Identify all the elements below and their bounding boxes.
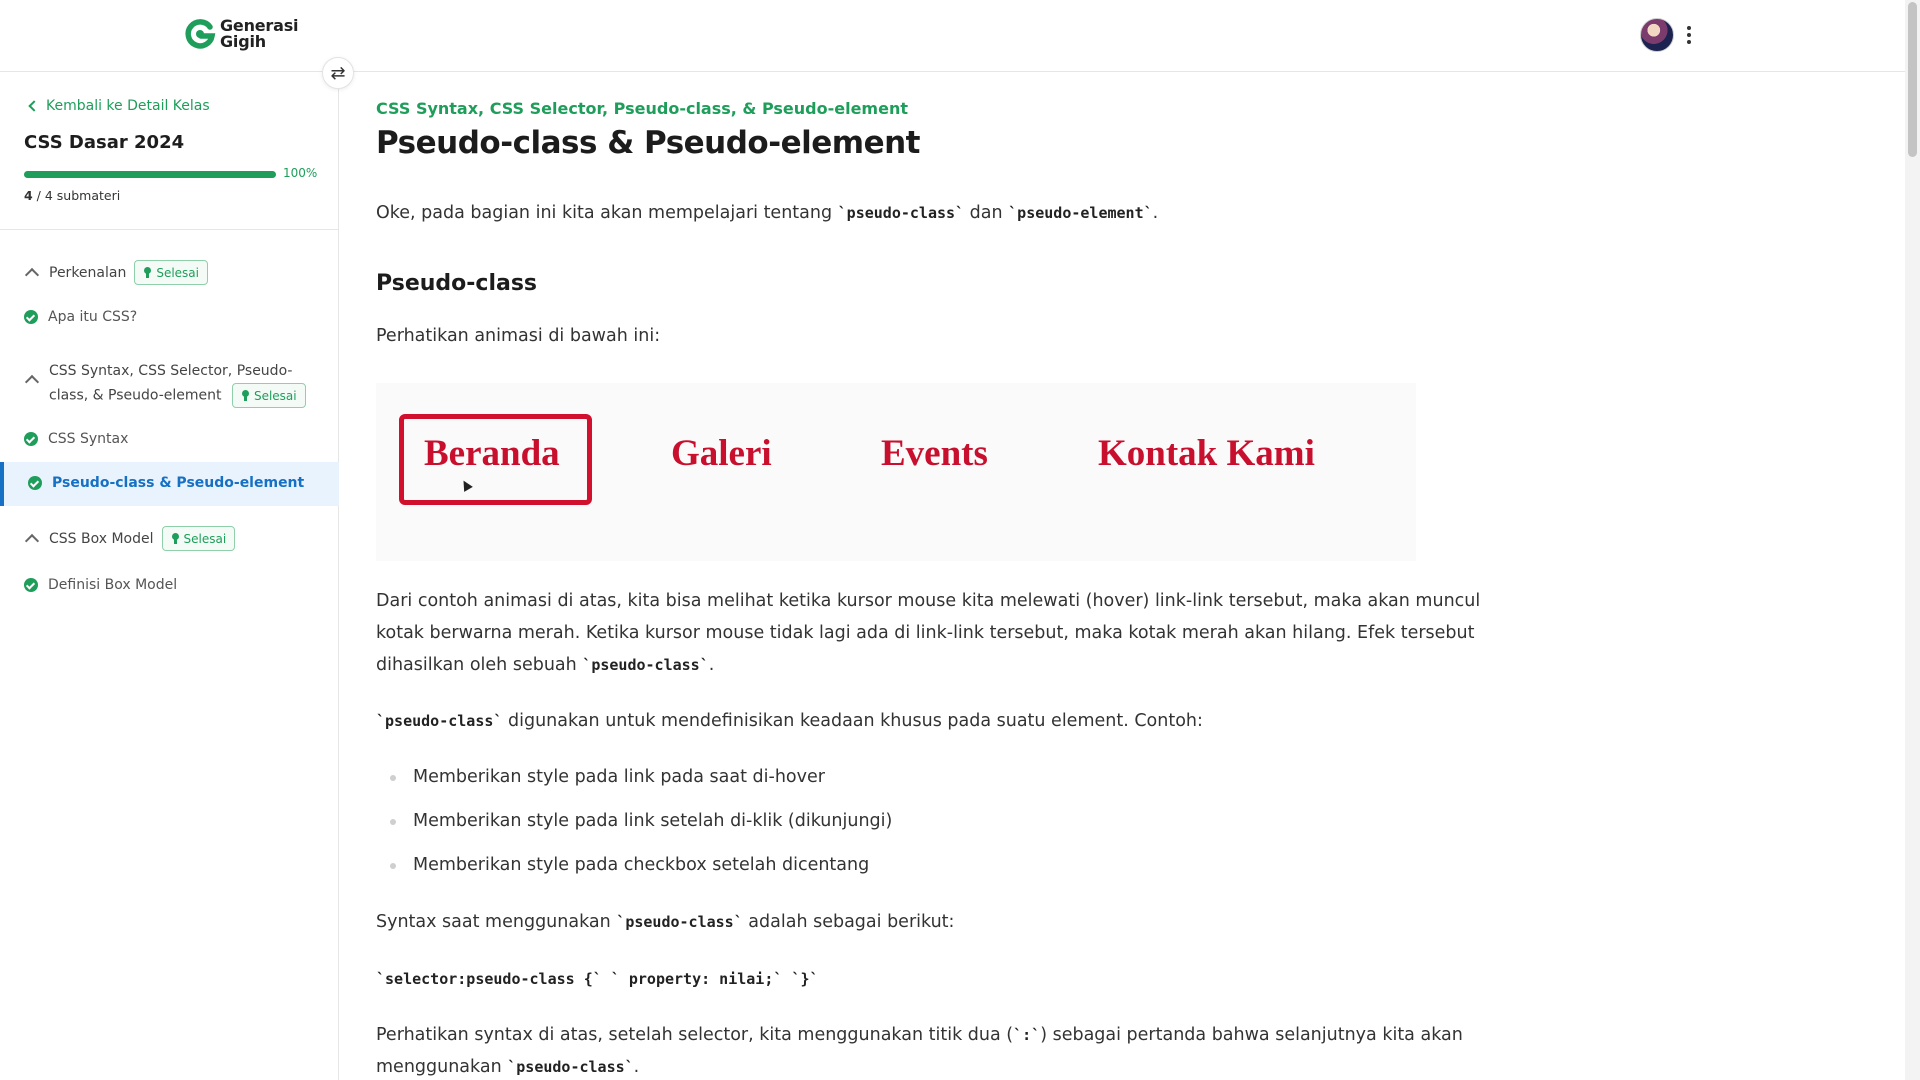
text-segment: . xyxy=(1152,203,1159,223)
status-badge: Selesai xyxy=(231,383,306,408)
text-segment: dihasilkan oleh sebuah xyxy=(376,655,583,675)
demo-link-beranda: Beranda xyxy=(424,433,560,474)
explanation-line-1: Dari contoh animasi di atas, kita bisa m… xyxy=(376,591,1481,611)
back-link-label: Kembali ke Detail Kelas xyxy=(46,98,210,114)
inline-code: `:` xyxy=(1013,1026,1041,1044)
explanation-line-3: dihasilkan oleh sebuah `pseudo-class`. xyxy=(376,649,714,681)
status-badge: Selesai xyxy=(134,260,208,285)
text-segment: Oke, pada bagian ini kita akan mempelaja… xyxy=(376,203,838,223)
demo-link-galeri: Galeri xyxy=(671,433,772,474)
medal-icon xyxy=(143,267,152,278)
chevron-up-icon xyxy=(24,374,40,390)
brand-name: Generasi Gigih xyxy=(220,18,299,51)
text-segment: menggunakan xyxy=(376,1057,508,1077)
section-label-line-1: CSS Syntax, CSS Selector, Pseudo- xyxy=(49,363,293,379)
syntax-note-line-2: menggunakan `pseudo-class`. xyxy=(376,1051,639,1080)
medal-icon xyxy=(171,533,180,544)
inline-code: `pseudo-class` xyxy=(837,204,965,222)
inline-code: `pseudo-element` xyxy=(1008,204,1153,222)
hover-animation-demo: Beranda Galeri Events Kontak Kami xyxy=(376,383,1416,561)
course-progress-percent: 100% xyxy=(283,166,318,180)
lesson-definisi-box-model[interactable]: Definisi Box Model xyxy=(24,577,177,593)
text-segment: . xyxy=(633,1057,640,1077)
status-badge-label: Selesai xyxy=(156,265,199,280)
heading-pseudo-class: Pseudo-class xyxy=(376,271,538,296)
text-segment: ) sebagai pertanda bahwa selanjutnya kit… xyxy=(1040,1025,1463,1045)
check-circle-icon xyxy=(24,310,38,324)
lesson-label: Pseudo-class & Pseudo-element xyxy=(52,475,305,491)
list-item: Memberikan style pada link setelah di-kl… xyxy=(413,811,893,831)
demo-link-kontak-kami: Kontak Kami xyxy=(1098,433,1315,474)
course-progress-bar xyxy=(24,171,276,178)
list-item: Memberikan style pada link pada saat di-… xyxy=(413,767,825,787)
inline-code: `pseudo-class` xyxy=(376,712,503,730)
medal-icon xyxy=(241,390,250,401)
section-breadcrumb: CSS Syntax, CSS Selector, Pseudo-class, … xyxy=(376,99,908,118)
text-segment: Syntax saat menggunakan xyxy=(376,912,617,932)
sidebar-divider xyxy=(0,229,339,230)
chevron-left-icon xyxy=(28,100,40,112)
back-to-class-detail-link[interactable]: Kembali ke Detail Kelas xyxy=(26,98,210,114)
status-badge: Selesai xyxy=(161,526,236,551)
lesson-css-syntax[interactable]: CSS Syntax xyxy=(24,431,128,447)
lesson-apa-itu-css[interactable]: Apa itu CSS? xyxy=(24,309,137,325)
section-label-line-2: class, & Pseudo-element xyxy=(49,387,222,404)
section-css-box-model-label: CSS Box Model xyxy=(49,530,154,547)
toggle-sidebar-button[interactable]: ⇄ xyxy=(322,57,354,89)
lesson-label: CSS Syntax xyxy=(48,431,129,447)
inline-code: `pseudo-class` xyxy=(507,1058,634,1076)
inline-code: `pseudo-class` xyxy=(616,913,743,931)
more-options-icon[interactable] xyxy=(1680,22,1698,48)
syntax-intro: Syntax saat menggunakan `pseudo-class` a… xyxy=(376,906,954,938)
status-badge-label: Selesai xyxy=(183,531,227,546)
course-sidebar: Kembali ke Detail Kelas CSS Dasar 2024 1… xyxy=(0,73,339,1080)
section-css-box-model[interactable]: CSS Box Model Selesai xyxy=(24,526,236,551)
list-item: Memberikan style pada checkbox setelah d… xyxy=(413,855,870,875)
check-circle-icon xyxy=(28,476,42,490)
submateri-completed: 4 xyxy=(24,188,33,203)
scrollbar-thumb[interactable] xyxy=(1908,2,1917,157)
check-circle-icon xyxy=(24,432,38,446)
brand-logo[interactable]: Generasi Gigih xyxy=(183,17,299,51)
list-bullet xyxy=(390,775,396,781)
status-badge-label: Selesai xyxy=(253,388,297,403)
section-css-syntax[interactable]: CSS Syntax, CSS Selector, Pseudo- class,… xyxy=(24,359,306,408)
explanation-line-2: kotak berwarna merah. Ketika kursor mous… xyxy=(376,623,1475,643)
lesson-label: Apa itu CSS? xyxy=(48,309,138,325)
lesson-label: Definisi Box Model xyxy=(48,577,178,593)
list-bullet xyxy=(390,819,396,825)
text-segment: . xyxy=(708,655,715,675)
course-progress-fill xyxy=(24,171,276,178)
page-title: Pseudo-class & Pseudo-element xyxy=(376,125,920,161)
section-css-syntax-label: CSS Syntax, CSS Selector, Pseudo- class,… xyxy=(49,359,306,408)
submateri-count: 4 / 4 submateri xyxy=(24,188,120,203)
swap-arrows-icon: ⇄ xyxy=(330,62,346,84)
code-snippet: `selector:pseudo-class {` ` property: ni… xyxy=(376,970,819,988)
text-segment: Perhatikan syntax di atas, setelah selec… xyxy=(376,1025,1014,1045)
chevron-up-icon xyxy=(24,533,40,549)
section-perkenalan-label: Perkenalan xyxy=(49,264,127,281)
demo-link-events: Events xyxy=(881,433,988,474)
brand-line-2: Gigih xyxy=(220,32,266,51)
list-bullet xyxy=(390,863,396,869)
course-title: CSS Dasar 2024 xyxy=(24,132,185,153)
inline-code: `pseudo-class` xyxy=(582,656,709,674)
definition-paragraph: `pseudo-class` digunakan untuk mendefini… xyxy=(376,705,1203,737)
text-segment: dan xyxy=(964,203,1009,223)
text-segment: digunakan untuk mendefinisikan keadaan k… xyxy=(502,711,1203,731)
page-scrollbar[interactable] xyxy=(1905,0,1920,1080)
intro-paragraph: Oke, pada bagian ini kita akan mempelaja… xyxy=(376,197,1158,229)
lesson-pseudo-class-pseudo-element[interactable]: Pseudo-class & Pseudo-element xyxy=(28,475,304,491)
top-navbar: Generasi Gigih xyxy=(0,0,1905,72)
brand-logo-icon xyxy=(185,19,216,49)
check-circle-icon xyxy=(24,578,38,592)
chevron-up-icon xyxy=(24,267,40,283)
submateri-total: / 4 submateri xyxy=(32,188,121,203)
text-segment: adalah sebagai berikut: xyxy=(742,912,955,932)
syntax-note-line-1: Perhatikan syntax di atas, setelah selec… xyxy=(376,1019,1463,1051)
syntax-example: `selector:pseudo-class {` ` property: ni… xyxy=(376,963,819,995)
animation-intro: Perhatikan animasi di bawah ini: xyxy=(376,326,661,346)
user-avatar[interactable] xyxy=(1640,18,1674,52)
section-perkenalan[interactable]: Perkenalan Selesai xyxy=(24,260,208,285)
